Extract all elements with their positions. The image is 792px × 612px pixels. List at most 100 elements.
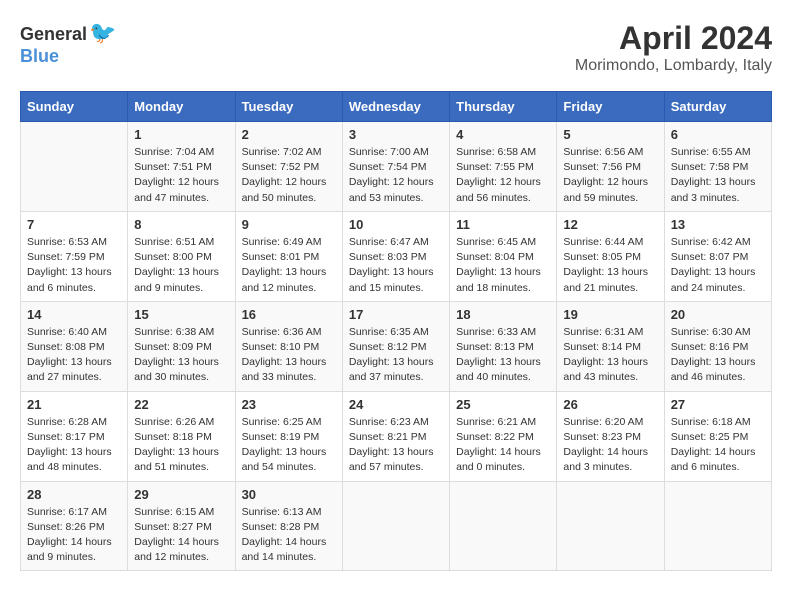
calendar-cell: 15 Sunrise: 6:38 AMSunset: 8:09 PMDayligh… bbox=[128, 301, 235, 391]
day-info: Sunrise: 6:55 AMSunset: 7:58 PMDaylight:… bbox=[671, 145, 765, 206]
day-number: 15 bbox=[134, 307, 228, 322]
day-number: 25 bbox=[456, 397, 550, 412]
location-title: Morimondo, Lombardy, Italy bbox=[575, 57, 772, 75]
day-number: 19 bbox=[563, 307, 657, 322]
day-number: 13 bbox=[671, 217, 765, 232]
day-info: Sunrise: 6:49 AMSunset: 8:01 PMDaylight:… bbox=[242, 235, 336, 296]
day-number: 18 bbox=[456, 307, 550, 322]
logo-general: General bbox=[20, 24, 87, 44]
day-number: 20 bbox=[671, 307, 765, 322]
day-info: Sunrise: 6:58 AMSunset: 7:55 PMDaylight:… bbox=[456, 145, 550, 206]
calendar-cell: 3Sunrise: 7:00 AMSunset: 7:54 PMDaylight… bbox=[342, 122, 449, 212]
calendar-cell: 14 Sunrise: 6:40 AMSunset: 8:08 PMDayligh… bbox=[21, 301, 128, 391]
day-number: 2 bbox=[242, 127, 336, 142]
calendar-week-row: 28 Sunrise: 6:17 AMSunset: 8:26 PMDayligh… bbox=[21, 481, 772, 571]
calendar-cell bbox=[342, 481, 449, 571]
calendar-cell: 23 Sunrise: 6:25 AMSunset: 8:19 PMDayligh… bbox=[235, 391, 342, 481]
day-info: Sunrise: 6:31 AMSunset: 8:14 PMDaylight:… bbox=[563, 325, 657, 386]
day-info: Sunrise: 6:36 AMSunset: 8:10 PMDaylight:… bbox=[242, 325, 336, 386]
weekday-header: Thursday bbox=[450, 92, 557, 122]
weekday-header-row: SundayMondayTuesdayWednesdayThursdayFrid… bbox=[21, 92, 772, 122]
calendar-cell: 5 Sunrise: 6:56 AMSunset: 7:56 PMDaylight… bbox=[557, 122, 664, 212]
logo-blue: Blue bbox=[20, 46, 59, 66]
day-info: Sunrise: 6:38 AMSunset: 8:09 PMDaylight:… bbox=[134, 325, 228, 386]
day-info: Sunrise: 6:42 AMSunset: 8:07 PMDaylight:… bbox=[671, 235, 765, 296]
calendar-cell: 22 Sunrise: 6:26 AMSunset: 8:18 PMDayligh… bbox=[128, 391, 235, 481]
day-number: 30 bbox=[242, 487, 336, 502]
day-number: 17 bbox=[349, 307, 443, 322]
calendar-cell: 1Sunrise: 7:04 AMSunset: 7:51 PMDaylight… bbox=[128, 122, 235, 212]
calendar-cell: 25 Sunrise: 6:21 AMSunset: 8:22 PMDayligh… bbox=[450, 391, 557, 481]
day-number: 4 bbox=[456, 127, 550, 142]
day-info: Sunrise: 6:51 AMSunset: 8:00 PMDaylight:… bbox=[134, 235, 228, 296]
calendar-cell: 29 Sunrise: 6:15 AMSunset: 8:27 PMDayligh… bbox=[128, 481, 235, 571]
day-number: 28 bbox=[27, 487, 121, 502]
calendar-cell: 16 Sunrise: 6:36 AMSunset: 8:10 PMDayligh… bbox=[235, 301, 342, 391]
day-number: 5 bbox=[563, 127, 657, 142]
day-info: Sunrise: 6:21 AMSunset: 8:22 PMDaylight:… bbox=[456, 415, 550, 476]
logo: General🐦 Blue bbox=[20, 20, 116, 67]
day-number: 22 bbox=[134, 397, 228, 412]
calendar-cell bbox=[557, 481, 664, 571]
weekday-header: Friday bbox=[557, 92, 664, 122]
month-title: April 2024 bbox=[575, 20, 772, 57]
calendar-cell: 17 Sunrise: 6:35 AMSunset: 8:12 PMDayligh… bbox=[342, 301, 449, 391]
day-info: Sunrise: 6:23 AMSunset: 8:21 PMDaylight:… bbox=[349, 415, 443, 476]
day-info: Sunrise: 6:25 AMSunset: 8:19 PMDaylight:… bbox=[242, 415, 336, 476]
day-number: 12 bbox=[563, 217, 657, 232]
calendar-week-row: 7Sunrise: 6:53 AMSunset: 7:59 PMDaylight… bbox=[21, 211, 772, 301]
weekday-header: Monday bbox=[128, 92, 235, 122]
title-area: April 2024 Morimondo, Lombardy, Italy bbox=[575, 20, 772, 75]
calendar-cell: 24 Sunrise: 6:23 AMSunset: 8:21 PMDayligh… bbox=[342, 391, 449, 481]
day-number: 23 bbox=[242, 397, 336, 412]
calendar-cell: 30Sunrise: 6:13 AMSunset: 8:28 PMDayligh… bbox=[235, 481, 342, 571]
day-info: Sunrise: 6:56 AMSunset: 7:56 PMDaylight:… bbox=[563, 145, 657, 206]
day-number: 29 bbox=[134, 487, 228, 502]
calendar-cell: 9 Sunrise: 6:49 AMSunset: 8:01 PMDaylight… bbox=[235, 211, 342, 301]
weekday-header: Sunday bbox=[21, 92, 128, 122]
day-info: Sunrise: 6:20 AMSunset: 8:23 PMDaylight:… bbox=[563, 415, 657, 476]
day-info: Sunrise: 6:33 AMSunset: 8:13 PMDaylight:… bbox=[456, 325, 550, 386]
day-info: Sunrise: 6:17 AMSunset: 8:26 PMDaylight:… bbox=[27, 505, 121, 566]
day-number: 6 bbox=[671, 127, 765, 142]
calendar-cell: 11 Sunrise: 6:45 AMSunset: 8:04 PMDayligh… bbox=[450, 211, 557, 301]
calendar-cell: 10Sunrise: 6:47 AMSunset: 8:03 PMDayligh… bbox=[342, 211, 449, 301]
calendar-cell: 6 Sunrise: 6:55 AMSunset: 7:58 PMDaylight… bbox=[664, 122, 771, 212]
day-number: 16 bbox=[242, 307, 336, 322]
day-info: Sunrise: 6:18 AMSunset: 8:25 PMDaylight:… bbox=[671, 415, 765, 476]
day-info: Sunrise: 6:15 AMSunset: 8:27 PMDaylight:… bbox=[134, 505, 228, 566]
calendar-cell: 21Sunrise: 6:28 AMSunset: 8:17 PMDayligh… bbox=[21, 391, 128, 481]
calendar-week-row: 21Sunrise: 6:28 AMSunset: 8:17 PMDayligh… bbox=[21, 391, 772, 481]
day-number: 27 bbox=[671, 397, 765, 412]
calendar-cell: 27 Sunrise: 6:18 AMSunset: 8:25 PMDayligh… bbox=[664, 391, 771, 481]
calendar-cell: 4 Sunrise: 6:58 AMSunset: 7:55 PMDaylight… bbox=[450, 122, 557, 212]
calendar-cell: 12 Sunrise: 6:44 AMSunset: 8:05 PMDayligh… bbox=[557, 211, 664, 301]
day-number: 26 bbox=[563, 397, 657, 412]
calendar-cell: 8 Sunrise: 6:51 AMSunset: 8:00 PMDaylight… bbox=[128, 211, 235, 301]
day-info: Sunrise: 6:40 AMSunset: 8:08 PMDaylight:… bbox=[27, 325, 121, 386]
weekday-header: Tuesday bbox=[235, 92, 342, 122]
day-number: 8 bbox=[134, 217, 228, 232]
day-info: Sunrise: 6:26 AMSunset: 8:18 PMDaylight:… bbox=[134, 415, 228, 476]
day-info: Sunrise: 6:47 AMSunset: 8:03 PMDaylight:… bbox=[349, 235, 443, 296]
day-number: 24 bbox=[349, 397, 443, 412]
calendar-cell: 2 Sunrise: 7:02 AMSunset: 7:52 PMDaylight… bbox=[235, 122, 342, 212]
day-number: 14 bbox=[27, 307, 121, 322]
day-info: Sunrise: 6:44 AMSunset: 8:05 PMDaylight:… bbox=[563, 235, 657, 296]
day-number: 9 bbox=[242, 217, 336, 232]
calendar-cell bbox=[21, 122, 128, 212]
calendar-cell: 7Sunrise: 6:53 AMSunset: 7:59 PMDaylight… bbox=[21, 211, 128, 301]
day-info: Sunrise: 6:35 AMSunset: 8:12 PMDaylight:… bbox=[349, 325, 443, 386]
calendar-cell bbox=[664, 481, 771, 571]
calendar-cell: 18 Sunrise: 6:33 AMSunset: 8:13 PMDayligh… bbox=[450, 301, 557, 391]
day-number: 11 bbox=[456, 217, 550, 232]
calendar-cell: 13 Sunrise: 6:42 AMSunset: 8:07 PMDayligh… bbox=[664, 211, 771, 301]
day-info: Sunrise: 6:53 AMSunset: 7:59 PMDaylight:… bbox=[27, 235, 121, 296]
calendar-cell: 19 Sunrise: 6:31 AMSunset: 8:14 PMDayligh… bbox=[557, 301, 664, 391]
day-info: Sunrise: 6:45 AMSunset: 8:04 PMDaylight:… bbox=[456, 235, 550, 296]
weekday-header: Wednesday bbox=[342, 92, 449, 122]
day-info: Sunrise: 7:02 AMSunset: 7:52 PMDaylight:… bbox=[242, 145, 336, 206]
calendar-cell: 26 Sunrise: 6:20 AMSunset: 8:23 PMDayligh… bbox=[557, 391, 664, 481]
day-info: Sunrise: 7:00 AMSunset: 7:54 PMDaylight:… bbox=[349, 145, 443, 206]
logo-bird-icon: 🐦 bbox=[89, 20, 116, 45]
